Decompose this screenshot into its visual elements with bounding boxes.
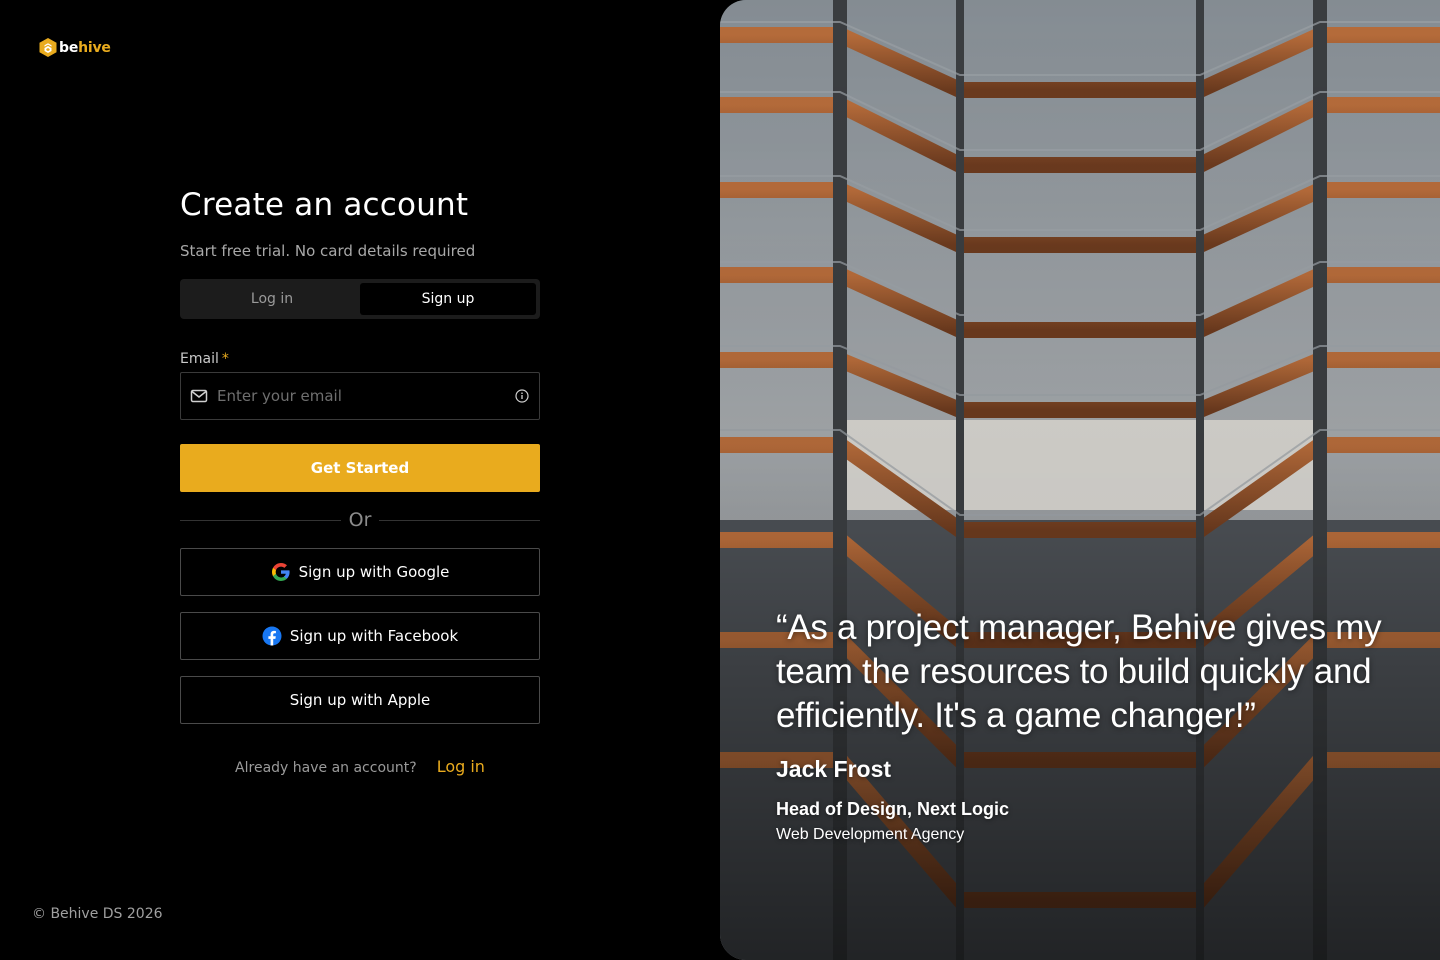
email-label-text: Email — [180, 351, 219, 367]
testimonial-role: Head of Design, Next Logic — [776, 799, 1010, 819]
apple-signup-label: Sign up with Apple — [289, 691, 431, 709]
email-label: Email * — [180, 350, 540, 368]
copyright-text: © Behive DS 2026 — [32, 906, 163, 922]
facebook-icon — [262, 626, 282, 646]
facebook-signup-label: Sign up with Facebook — [289, 627, 459, 645]
have-account-text: Already have an account? — [235, 760, 417, 776]
divider-line — [379, 519, 540, 521]
get-started-button[interactable]: Get Started — [180, 444, 540, 492]
or-divider: Or — [180, 508, 540, 532]
testimonial-company: Web Development Agency — [776, 826, 965, 843]
mail-icon — [190, 389, 208, 403]
apple-signup-button[interactable]: Sign up with Apple — [180, 676, 540, 724]
signup-form: Create an account Start free trial. No c… — [180, 186, 540, 776]
page-title: Create an account — [180, 187, 469, 223]
tab-sign-up[interactable]: Sign up — [360, 283, 536, 315]
have-account-row: Already have an account? Log in — [180, 757, 540, 776]
brand-name: behive — [59, 39, 111, 56]
brand-logo[interactable]: behive — [38, 37, 111, 58]
testimonial-quote: “As a project manager, Behive gives my t… — [776, 608, 1382, 735]
required-asterisk: * — [221, 351, 229, 367]
page-subtitle: Start free trial. No card details requir… — [180, 242, 476, 260]
login-link[interactable]: Log in — [437, 757, 485, 776]
testimonial-author: Jack Frost — [776, 756, 892, 782]
testimonial-panel: “As a project manager, Behive gives my t… — [720, 0, 1440, 960]
divider-line — [180, 519, 341, 521]
google-icon — [271, 563, 290, 581]
testimonial: “As a project manager, Behive gives my t… — [776, 606, 1386, 844]
signup-panel: behive Create an account Start free tria… — [0, 0, 720, 960]
email-field[interactable] — [180, 372, 540, 420]
facebook-signup-button[interactable]: Sign up with Facebook — [180, 612, 540, 660]
hexagon-logo-icon — [39, 38, 57, 57]
google-signup-button[interactable]: Sign up with Google — [180, 548, 540, 596]
email-input[interactable] — [217, 387, 515, 405]
google-signup-label: Sign up with Google — [298, 563, 450, 581]
auth-tabs: Log in Sign up — [180, 279, 540, 319]
or-text: Or — [348, 509, 372, 531]
tab-log-in[interactable]: Log in — [184, 283, 360, 315]
info-icon[interactable] — [515, 389, 529, 403]
